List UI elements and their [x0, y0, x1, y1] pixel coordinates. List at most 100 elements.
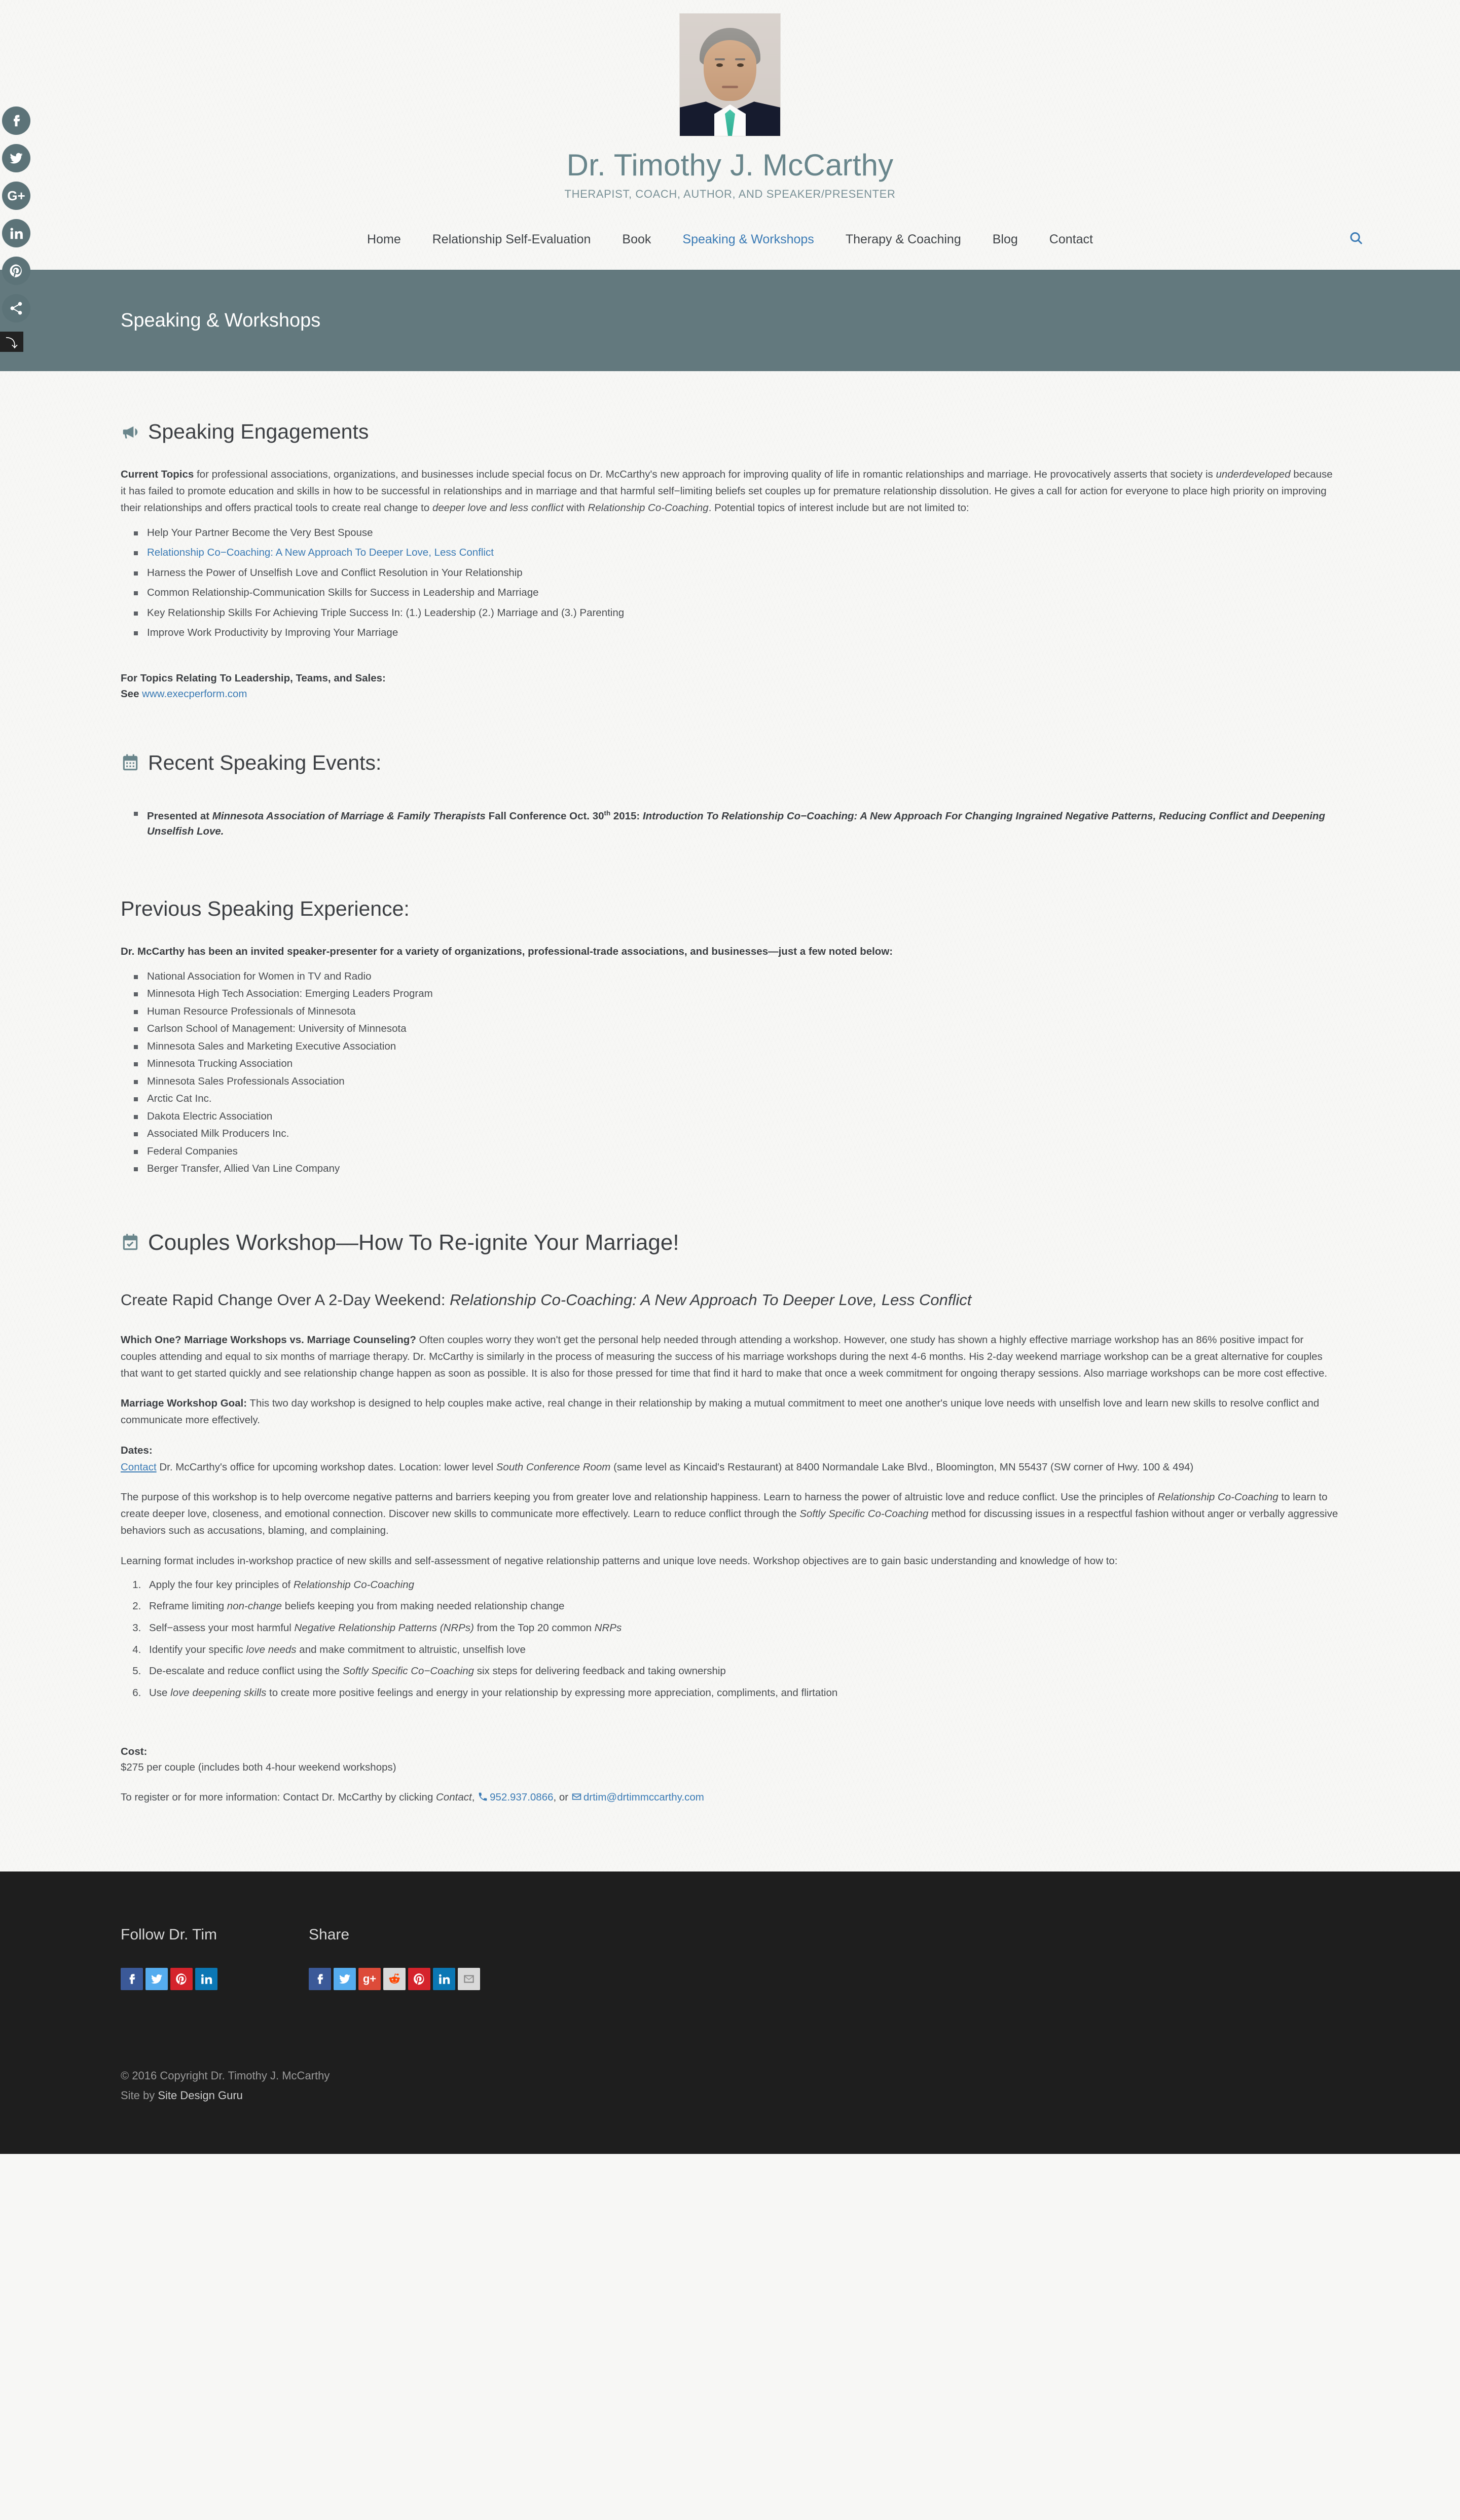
email-link[interactable]: drtim@drtimmccarthy.com	[583, 1791, 704, 1803]
speaking-topics-list: Help Your Partner Become the Very Best S…	[134, 527, 1339, 638]
linkedin-icon[interactable]	[2, 219, 30, 247]
nav-item-book[interactable]: Book	[622, 232, 651, 247]
twitter-icon[interactable]	[2, 144, 30, 172]
objective-post: to create more positive feelings and ene…	[266, 1687, 838, 1699]
objective-emphasis: love needs	[246, 1643, 297, 1655]
social-share-rail: G+ ⤵	[0, 106, 36, 352]
event-ordinal: th	[604, 809, 611, 817]
list-item: National Association for Women in TV and…	[134, 971, 1339, 982]
nav-link-contact[interactable]: Contact	[1049, 232, 1093, 246]
nav-item-home[interactable]: Home	[367, 232, 401, 247]
dates-paragraph: Contact Dr. McCarthy's office for upcomi…	[121, 1459, 1339, 1475]
nav-item-relationship-self-evaluation[interactable]: Relationship Self-Evaluation	[432, 232, 591, 247]
nav-link-relationship-self-evaluation[interactable]: Relationship Self-Evaluation	[432, 232, 591, 246]
execperform-link[interactable]: www.execperform.com	[142, 688, 247, 700]
site-header: Dr. Timothy J. McCarthy THERAPIST, COACH…	[0, 0, 1460, 257]
pinterest-icon[interactable]	[2, 257, 30, 285]
intro-part-4: . Potential topics of interest include b…	[708, 502, 969, 514]
twitter-icon[interactable]	[334, 1968, 356, 1991]
nav-item-blog[interactable]: Blog	[993, 232, 1018, 247]
nav-link-speaking-workshops[interactable]: Speaking & Workshops	[682, 232, 814, 246]
facebook-icon[interactable]	[309, 1968, 331, 1991]
list-item: Minnesota Trucking Association	[134, 1059, 1339, 1069]
footer-follow-column: Follow Dr. Tim	[121, 1926, 217, 1991]
list-item-link[interactable]: Relationship Co−Coaching: A New Approach…	[134, 548, 1339, 558]
section-heading-previous-experience: Previous Speaking Experience:	[121, 897, 410, 921]
google-plus-icon[interactable]: G+	[2, 182, 30, 210]
objective-post: six steps for delivering feedback and ta…	[474, 1665, 726, 1677]
objective-emphasis-2: NRPs	[594, 1622, 622, 1634]
nav-link-book[interactable]: Book	[622, 232, 651, 246]
footer-follow-icons	[121, 1968, 217, 1991]
cost-heading-text: Cost:	[121, 1745, 148, 1757]
bullhorn-icon	[121, 422, 140, 442]
dates-heading: Dates:	[121, 1442, 1339, 1459]
footer-follow-heading: Follow Dr. Tim	[121, 1926, 217, 1943]
search-icon[interactable]	[1348, 231, 1364, 248]
which-one-lead: Which One? Marriage Workshops vs. Marria…	[121, 1334, 416, 1346]
learning-format-paragraph: Learning format includes in-workshop pra…	[121, 1555, 1118, 1567]
list-item: Human Resource Professionals of Minnesot…	[134, 1006, 1339, 1017]
section-heading-text: Couples Workshop—How To Re-ignite Your M…	[148, 1230, 679, 1255]
workshop-subheading-emphasis: Relationship Co-Coaching: A New Approach…	[450, 1290, 972, 1309]
workshop-goal-body: This two day workshop is designed to hel…	[121, 1397, 1320, 1426]
linkedin-icon[interactable]	[195, 1968, 217, 1991]
site-design-guru-link[interactable]: Site Design Guru	[158, 2089, 243, 2102]
nav-link-blog[interactable]: Blog	[993, 232, 1018, 246]
avatar	[679, 13, 781, 136]
objective-pre: Use	[149, 1687, 171, 1699]
objective-emphasis: non-change	[227, 1600, 282, 1612]
nav-link-therapy-coaching[interactable]: Therapy & Coaching	[846, 232, 961, 246]
facebook-icon[interactable]	[2, 106, 30, 135]
intro-part-1: for professional associations, organizat…	[194, 469, 1216, 480]
google-plus-icon[interactable]: g+	[358, 1968, 381, 1991]
section-heading-text: Speaking Engagements	[148, 420, 369, 443]
cost-value: $275 per couple (includes both 4-hour we…	[121, 1761, 396, 1774]
dates-part-2: (same level as Kincaid's Restaurant) at …	[610, 1461, 1194, 1473]
previous-experience-intro-text: Dr. McCarthy has been an invited speaker…	[121, 946, 893, 958]
dates-heading-text: Dates:	[121, 1444, 153, 1456]
facebook-icon[interactable]	[121, 1968, 143, 1991]
intro-lead: Current Topics	[121, 469, 194, 480]
intro-emphasis-2: deeper love and less conflict	[432, 502, 564, 514]
purpose-emphasis-1: Relationship Co-Coaching	[1157, 1491, 1279, 1503]
speaking-intro-paragraph: Current Topics for professional associat…	[121, 466, 1339, 517]
contact-link[interactable]: Contact	[121, 1461, 157, 1473]
list-item: Presented at Minnesota Association of Ma…	[134, 808, 1339, 839]
objective-pre: Identify your specific	[149, 1643, 246, 1655]
nav-item-therapy-coaching[interactable]: Therapy & Coaching	[846, 232, 961, 247]
leadership-see-label: See	[121, 688, 142, 700]
list-item: Minnesota Sales and Marketing Executive …	[134, 1041, 1339, 1052]
nav-item-speaking-workshops[interactable]: Speaking & Workshops	[682, 232, 814, 247]
workshop-objectives-list: Apply the four key principles of Relatio…	[144, 1578, 1339, 1700]
leadership-topics-heading: For Topics Relating To Leadership, Teams…	[121, 670, 1339, 687]
page-title: Speaking & Workshops	[121, 309, 321, 331]
linkedin-icon[interactable]	[433, 1968, 455, 1991]
twitter-icon[interactable]	[145, 1968, 168, 1991]
reddit-icon[interactable]	[383, 1968, 406, 1991]
list-item: Use love deepening skills to create more…	[144, 1686, 1339, 1700]
site-title: Dr. Timothy J. McCarthy	[566, 148, 894, 182]
email-icon[interactable]	[458, 1968, 480, 1991]
list-item: Self−assess your most harmful Negative R…	[144, 1622, 1339, 1635]
purpose-part-1: The purpose of this workshop is to help …	[121, 1491, 1158, 1503]
share-icon[interactable]	[2, 294, 30, 322]
objective-emphasis: Softly Specific Co−Coaching	[342, 1665, 474, 1677]
list-item: Associated Milk Producers Inc.	[134, 1129, 1339, 1139]
phone-link[interactable]: 952.937.0866	[490, 1791, 553, 1803]
workshop-goal-paragraph: Marriage Workshop Goal: This two day wor…	[121, 1395, 1339, 1428]
nav-link-home[interactable]: Home	[367, 232, 401, 246]
section-heading-couples-workshop: Couples Workshop—How To Re-ignite Your M…	[121, 1230, 1339, 1255]
copyright-text: © 2016 Copyright Dr. Timothy J. McCarthy	[121, 2069, 330, 2082]
nav-item-contact[interactable]: Contact	[1049, 232, 1093, 247]
footer-share-column: Share g+	[309, 1926, 480, 1991]
site-footer: Follow Dr. Tim Share g+ © 2016 Copyright…	[0, 1871, 1460, 2154]
pinterest-icon[interactable]	[170, 1968, 193, 1991]
collapse-icon[interactable]: ⤵	[0, 332, 23, 352]
footer-share-icons: g+	[309, 1968, 480, 1991]
list-item: Arctic Cat Inc.	[134, 1094, 1339, 1104]
dates-part-1: Dr. McCarthy's office for upcoming works…	[156, 1461, 496, 1473]
pinterest-icon[interactable]	[408, 1968, 430, 1991]
previous-experience-intro: Dr. McCarthy has been an invited speaker…	[121, 943, 1339, 960]
event-conference: Fall Conference Oct. 30	[485, 810, 604, 822]
